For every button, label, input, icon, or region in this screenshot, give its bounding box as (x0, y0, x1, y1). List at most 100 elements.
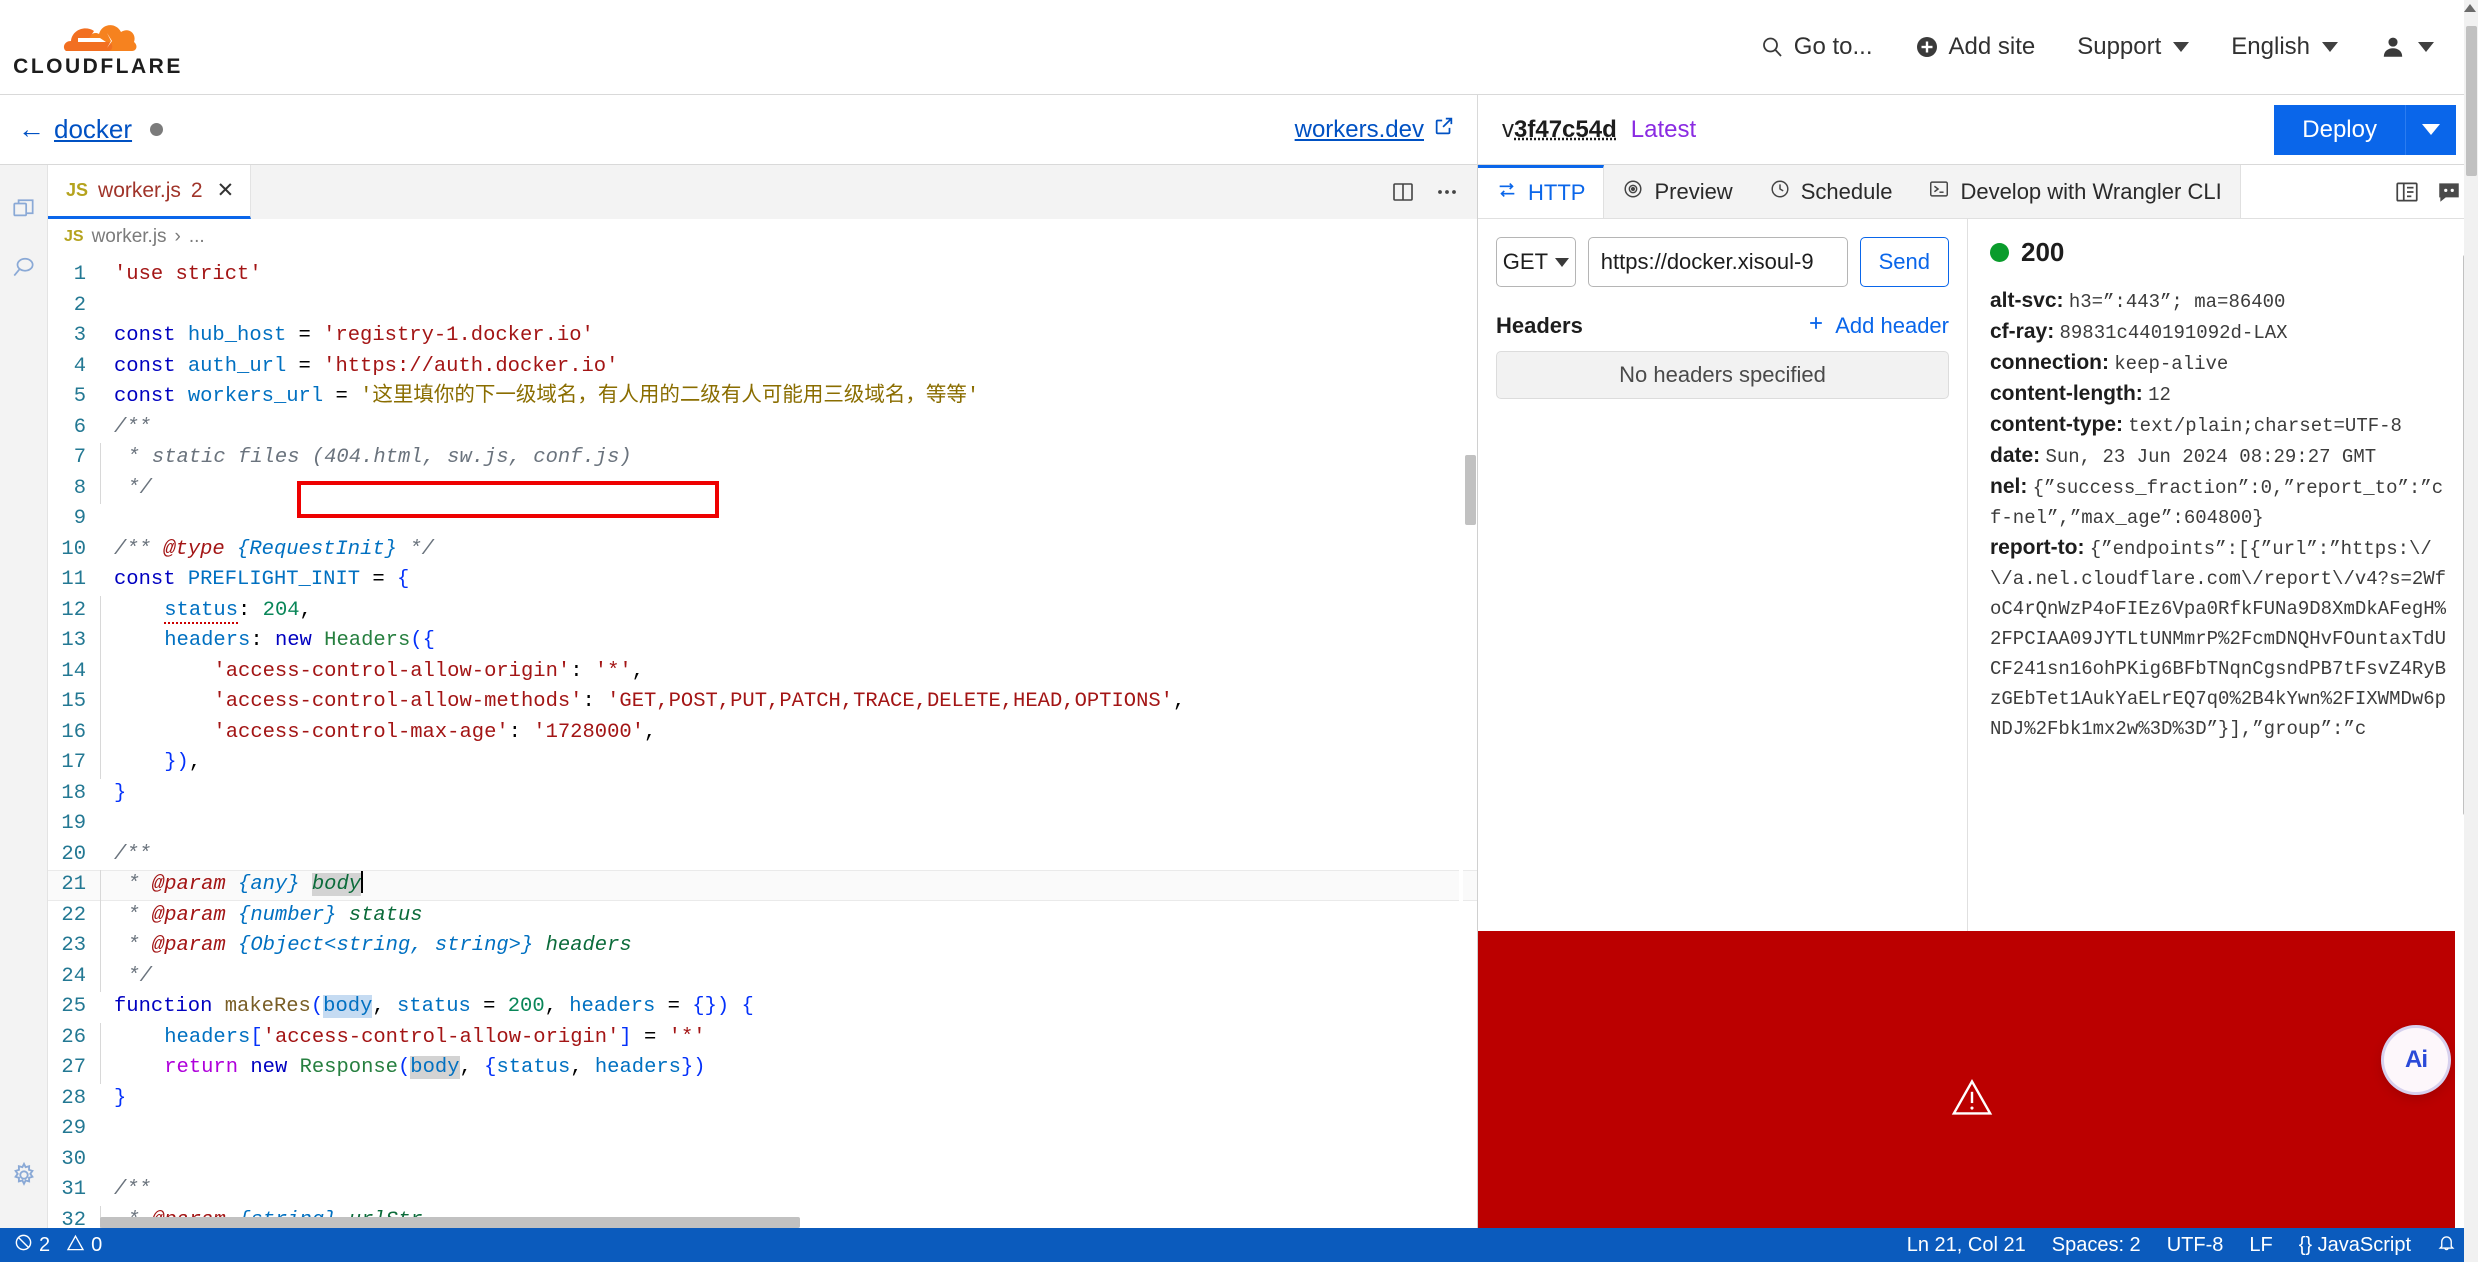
nav-language[interactable]: English (2231, 33, 2338, 61)
code-line: 11 const PREFLIGHT_INIT = { (48, 565, 1477, 596)
error-count-chip[interactable]: 2 (14, 1233, 50, 1258)
tab-schedule[interactable]: Schedule (1751, 165, 1911, 218)
editor-tab-worker-js[interactable]: JS worker.js 2 ✕ (48, 165, 252, 219)
response-header-value: keep-alive (2114, 353, 2229, 375)
response-header-row: nel: {”success_fraction”:0,”report_to”:”… (1990, 472, 2452, 533)
line-source: /** (114, 415, 151, 439)
cloudflare-worker-editor-app: CLOUDFLARE Go to... Add site Support Eng… (0, 0, 2478, 1262)
add-header-button[interactable]: Add header (1806, 313, 1949, 339)
user-icon (2380, 34, 2406, 60)
editor-horizontal-scrollbar[interactable] (100, 1217, 800, 1228)
breadcrumb-file[interactable]: worker.js (92, 226, 167, 248)
more-actions-icon[interactable] (1435, 180, 1459, 204)
language-mode-label: JavaScript (2317, 1233, 2411, 1256)
line-ending-setting[interactable]: LF (2249, 1234, 2272, 1257)
scrollbar-thumb[interactable] (2466, 26, 2477, 176)
language-mode[interactable]: {} JavaScript (2299, 1234, 2411, 1257)
sidebar-item-files[interactable] (0, 183, 48, 241)
add-header-label: Add header (1835, 313, 1949, 338)
line-number: 23 (61, 934, 86, 957)
cloudflare-logo[interactable]: CLOUDFLARE (13, 15, 180, 79)
breadcrumb-rest[interactable]: ... (189, 226, 205, 248)
response-header-row: content-length: 12 (1990, 379, 2452, 410)
error-count: 2 (39, 1233, 51, 1256)
line-source (100, 1114, 114, 1145)
split-editor-icon[interactable] (1391, 180, 1415, 204)
line-number: 17 (61, 751, 86, 774)
nav-add-site[interactable]: Add site (1915, 33, 2035, 61)
headers-title: Headers (1496, 313, 1583, 338)
editor-pane: JS worker.js 2 ✕ JS worker.js › ... 1 'u… (48, 165, 1478, 1228)
response-status: 200 (1990, 237, 2452, 268)
code-line: 22 * @param {number} status (48, 900, 1477, 931)
sidebar-item-settings[interactable] (0, 1148, 48, 1206)
cursor-position[interactable]: Ln 21, Col 21 (1907, 1234, 2026, 1257)
chat-icon[interactable] (2436, 179, 2462, 205)
tab-preview[interactable]: Preview (1604, 165, 1750, 218)
notifications-bell-icon[interactable] (2437, 1233, 2456, 1258)
deploy-button[interactable]: Deploy (2274, 104, 2406, 155)
files-icon (11, 197, 37, 228)
right-panel-tab-icons (2378, 165, 2478, 218)
send-request-button[interactable]: Send (1859, 237, 1949, 287)
sub-header-right: v3f47c54d Latest Deploy (1478, 95, 2478, 164)
scroll-up-arrow-icon[interactable] (2464, 4, 2476, 12)
version-label[interactable]: v3f47c54d (1502, 116, 1617, 144)
status-bar-left: 2 0 (14, 1233, 102, 1258)
status-bar-right: Ln 21, Col 21 Spaces: 2 UTF-8 LF {} Java… (1907, 1233, 2464, 1258)
response-header-row: connection: keep-alive (1990, 348, 2452, 379)
warning-icon (1951, 1078, 1993, 1121)
editor-vertical-scrollbar[interactable] (1463, 255, 1477, 1228)
response-headers-list: alt-svc: h3=”:443”; ma=86400 cf-ray: 898… (1990, 286, 2452, 744)
ai-icon: Ai (2405, 1046, 2428, 1073)
line-source (100, 809, 114, 840)
right-panel-tabs-spacer (2239, 165, 2378, 218)
plus-icon (1806, 313, 1826, 339)
nav-account[interactable] (2380, 34, 2434, 60)
warning-count-chip[interactable]: 0 (66, 1233, 102, 1258)
code-line: 27 return new Response(body, {status, he… (48, 1053, 1477, 1084)
line-source: headers['access-control-allow-origin'] =… (100, 1022, 706, 1053)
breadcrumb-worker-name[interactable]: docker (54, 114, 132, 145)
response-header-key: alt-svc: (1990, 289, 2064, 312)
line-number: 30 (61, 1147, 86, 1171)
line-source: headers: new Headers({ (100, 626, 435, 657)
code-editor-area[interactable]: 1 'use strict' 2 3 const hub_host = 'regis… (48, 255, 1477, 1228)
code-line: 10 /** @type {RequestInit} */ (48, 535, 1477, 566)
encoding-setting[interactable]: UTF-8 (2167, 1234, 2224, 1257)
docs-icon[interactable] (2394, 179, 2420, 205)
js-file-icon: JS (66, 180, 89, 200)
nav-goto[interactable]: Go to... (1760, 33, 1873, 61)
page-scrollbar[interactable] (2464, 0, 2478, 1262)
line-source: } (114, 1086, 127, 1110)
text-cursor (361, 871, 364, 893)
deploy-options-button[interactable] (2406, 104, 2456, 155)
sidebar-item-search[interactable] (0, 241, 48, 299)
line-source (100, 504, 114, 535)
request-url-input[interactable] (1587, 237, 1848, 287)
tab-http[interactable]: HTTP (1478, 165, 1605, 218)
ai-assistant-button[interactable]: Ai (2384, 1028, 2448, 1092)
editor-tab-label: worker.js (98, 178, 181, 202)
line-number: 1 (73, 263, 86, 286)
line-source: function makeRes(body, status = 200, hea… (114, 995, 754, 1018)
workers-dev-link[interactable]: workers.dev (1295, 115, 1455, 144)
code-line: 31 /** (48, 1175, 1477, 1206)
nav-support[interactable]: Support (2077, 33, 2190, 61)
response-header-row: cf-ray: 89831c440191092d-LAX (1990, 317, 2452, 348)
line-number: 2 (73, 293, 86, 317)
response-header-value: 12 (2148, 384, 2171, 406)
code-content[interactable]: 1 'use strict' 2 3 const hub_host = 'regis… (48, 255, 1477, 1228)
chevron-down-icon (2322, 42, 2338, 52)
scrollbar-thumb[interactable] (1465, 455, 1476, 525)
indentation-setting[interactable]: Spaces: 2 (2052, 1234, 2141, 1257)
response-header-row: content-type: text/plain;charset=UTF-8 (1990, 410, 2452, 441)
back-to-docker-link[interactable]: ← docker (18, 114, 164, 145)
tab-wrangler-cli[interactable]: Develop with Wrangler CLI (1910, 165, 2239, 218)
code-line: 17 }), (48, 748, 1477, 779)
line-source: * @param {number} status (100, 900, 423, 931)
close-icon[interactable]: ✕ (217, 178, 235, 203)
line-number: 12 (61, 598, 86, 622)
http-method-select[interactable]: GET (1496, 237, 1576, 287)
code-line: 30 (48, 1145, 1477, 1176)
